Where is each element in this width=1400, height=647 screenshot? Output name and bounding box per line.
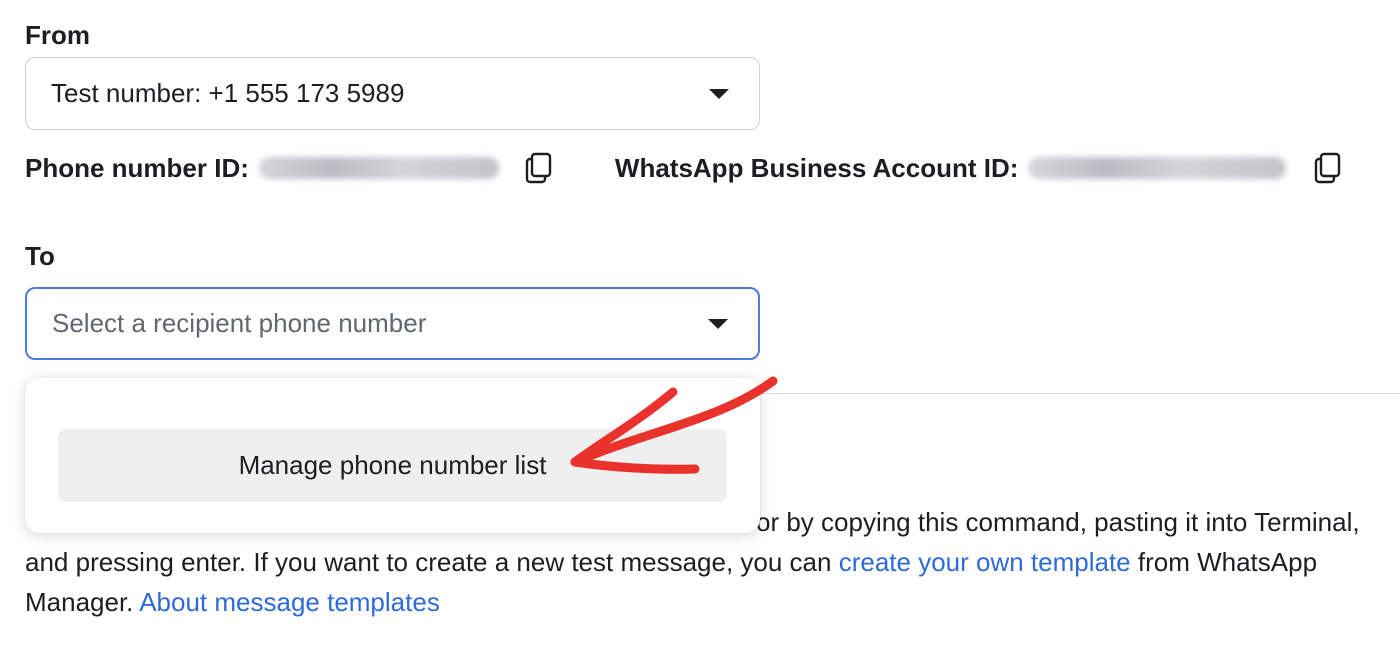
caret-down-icon (708, 318, 728, 329)
id-row: Phone number ID: WhatsApp Business Accou… (25, 146, 1344, 190)
waba-id-label: WhatsApp Business Account ID: (614, 152, 1019, 183)
to-select[interactable]: Select a recipient phone number (25, 287, 760, 360)
page: From Test number: +1 555 173 5989 Phone … (0, 0, 1400, 647)
copy-icon[interactable] (523, 151, 555, 185)
phone-number-id-label: Phone number ID: (25, 152, 249, 183)
to-label: To (25, 241, 55, 271)
from-label: From (25, 20, 90, 50)
waba-id-value-redacted (1028, 157, 1287, 179)
recipient-dropdown-menu: Manage phone number list (25, 378, 760, 533)
manage-phone-number-list-button[interactable]: Manage phone number list (58, 429, 727, 502)
create-template-link[interactable]: create your own template (839, 547, 1131, 577)
phone-number-id-value-redacted (258, 157, 499, 179)
section-divider (760, 393, 1400, 394)
copy-icon[interactable] (1312, 151, 1344, 185)
about-templates-link[interactable]: About message templates (139, 587, 440, 617)
from-select[interactable]: Test number: +1 555 173 5989 (25, 57, 760, 130)
caret-down-icon (709, 88, 729, 99)
from-select-value: Test number: +1 555 173 5989 (51, 78, 405, 108)
to-select-placeholder: Select a recipient phone number (52, 308, 427, 338)
